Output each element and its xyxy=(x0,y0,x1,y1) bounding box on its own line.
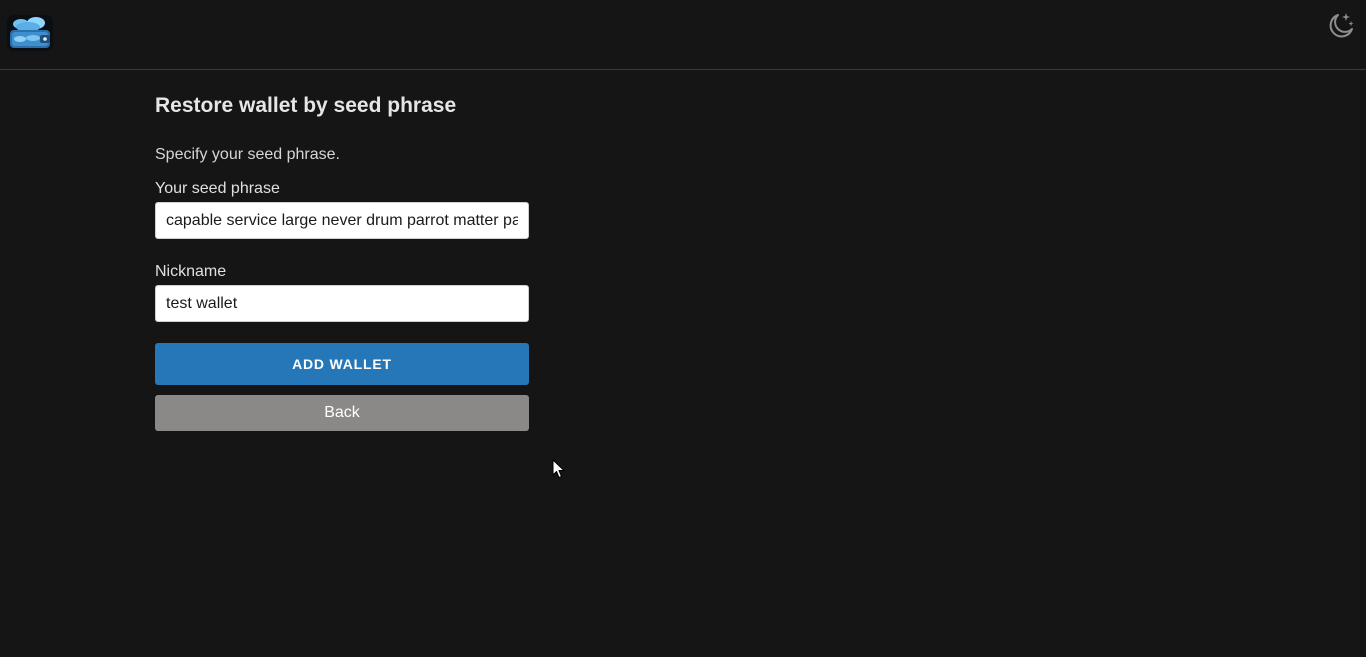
app-header xyxy=(0,0,1366,70)
wallet-logo-icon[interactable] xyxy=(6,14,54,52)
nickname-input[interactable] xyxy=(155,285,529,322)
add-wallet-button[interactable]: ADD WALLET xyxy=(155,343,529,385)
seed-phrase-label: Your seed phrase xyxy=(155,180,280,197)
back-button[interactable]: Back xyxy=(155,395,529,431)
form-description: Specify your seed phrase. xyxy=(155,146,340,163)
page-title: Restore wallet by seed phrase xyxy=(155,94,457,117)
mouse-cursor-icon xyxy=(552,459,566,479)
moon-stars-icon[interactable] xyxy=(1325,11,1355,41)
seed-phrase-input[interactable] xyxy=(155,202,529,239)
nickname-label: Nickname xyxy=(155,263,227,280)
